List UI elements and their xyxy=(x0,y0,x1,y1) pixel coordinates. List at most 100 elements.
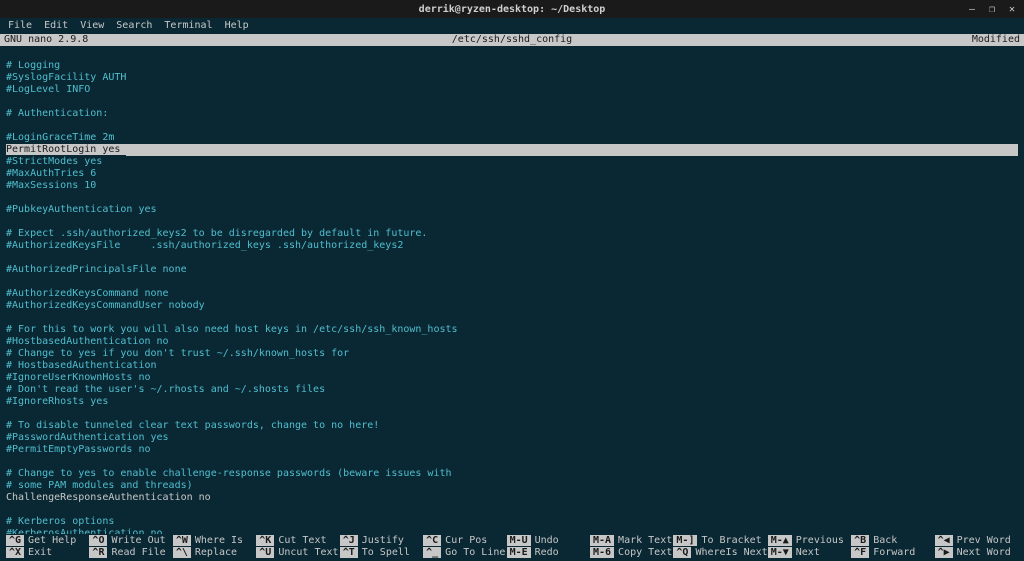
window-maximize-icon[interactable]: ❐ xyxy=(986,3,998,15)
editor-line: # HostbasedAuthentication xyxy=(6,360,1018,372)
shortcut-key: ^R xyxy=(89,547,107,558)
editor-line: #IgnoreUserKnownHosts no xyxy=(6,372,1018,384)
shortcut-key: ^_ xyxy=(423,547,441,558)
shortcut-key: ^G xyxy=(6,535,24,546)
shortcut-label: Next xyxy=(796,547,820,558)
window-close-icon[interactable]: ✕ xyxy=(1006,3,1018,15)
editor-line: #AuthorizedKeysCommandUser nobody xyxy=(6,300,1018,312)
shortcut-item: ^_Go To Line xyxy=(423,546,506,558)
shortcut-key: M-▲ xyxy=(768,535,792,546)
shortcut-label: Cur Pos xyxy=(445,535,487,546)
editor-line: #LoginGraceTime 2m xyxy=(6,132,1018,144)
shortcut-item: M-6Copy Text xyxy=(590,546,673,558)
nano-shortcut-bar: ^G Get Help ^O Write Out ^W Where Is ^KCut Tex… xyxy=(0,534,1024,561)
shortcut-label: To Bracket xyxy=(701,535,761,546)
shortcut-key: ^▶ xyxy=(935,547,953,558)
shortcut-key: ^W xyxy=(173,535,191,546)
shortcut-item: ^▶ Next Word xyxy=(935,546,1018,558)
shortcut-item: ^KCut Text xyxy=(256,534,339,546)
shortcut-label: Read File xyxy=(111,547,165,558)
editor-line: #MaxAuthTries 6 xyxy=(6,168,1018,180)
shortcut-item: ^X Exit xyxy=(6,546,89,558)
editor-line xyxy=(6,408,1018,420)
shortcut-key: ^B xyxy=(851,535,869,546)
shortcut-item: ^R Read File xyxy=(89,546,172,558)
shortcut-key: ^O xyxy=(89,535,107,546)
editor-line: #AuthorizedKeysCommand none xyxy=(6,288,1018,300)
shortcut-item: M-]To Bracket xyxy=(673,534,767,546)
shortcut-key: ^K xyxy=(256,535,274,546)
editor-line: #PubkeyAuthentication yes xyxy=(6,204,1018,216)
shortcut-key: ^F xyxy=(851,547,869,558)
editor-viewport[interactable]: # Logging#SyslogFacility AUTH#LogLevel I… xyxy=(0,46,1024,534)
shortcut-label: Write Out xyxy=(111,535,165,546)
shortcut-item: ^B Back xyxy=(851,534,934,546)
window-title: derrik@ryzen-desktop: ~/Desktop xyxy=(66,4,958,15)
editor-line: # Kerberos options xyxy=(6,516,1018,528)
shortcut-label: Justify xyxy=(362,535,404,546)
menu-terminal[interactable]: Terminal xyxy=(164,20,212,31)
shortcut-item: ^J Justify xyxy=(340,534,423,546)
editor-line: PermitRootLogin yes xyxy=(6,144,1018,156)
shortcut-item: ^Q WhereIs Next xyxy=(673,546,767,558)
editor-line: #StrictModes yes xyxy=(6,156,1018,168)
nano-modified-label: Modified xyxy=(774,34,1024,46)
shortcut-label: Next Word xyxy=(957,547,1011,558)
shortcut-item: ^T To Spell xyxy=(340,546,423,558)
shortcut-item: M-▼ Next xyxy=(768,546,851,558)
editor-line: # For this to work you will also need ho… xyxy=(6,324,1018,336)
nano-status-bar: GNU nano 2.9.8 /etc/ssh/sshd_config Modi… xyxy=(0,34,1024,46)
shortcut-label: To Spell xyxy=(362,547,410,558)
editor-line xyxy=(6,48,1018,60)
shortcut-key: ^T xyxy=(340,547,358,558)
nano-filename-label: /etc/ssh/sshd_config xyxy=(250,34,774,46)
editor-line: # Don't read the user's ~/.rhosts and ~/… xyxy=(6,384,1018,396)
editor-line: # Authentication: xyxy=(6,108,1018,120)
shortcut-key: M-▼ xyxy=(768,547,792,558)
shortcut-label: Back xyxy=(873,535,897,546)
shortcut-label: WhereIs Next xyxy=(695,547,767,558)
shortcut-label: Exit xyxy=(28,547,52,558)
shortcut-label: Get Help xyxy=(28,535,76,546)
shortcut-item: ^G Get Help xyxy=(6,534,89,546)
editor-line: #SyslogFacility AUTH xyxy=(6,72,1018,84)
editor-line: # Expect .ssh/authorized_keys2 to be dis… xyxy=(6,228,1018,240)
shortcut-key: ^C xyxy=(423,535,441,546)
editor-line xyxy=(6,312,1018,324)
shortcut-key: M-A xyxy=(590,535,614,546)
editor-line: # Change to yes if you don't trust ~/.ss… xyxy=(6,348,1018,360)
editor-line: # some PAM modules and threads) xyxy=(6,480,1018,492)
editor-line xyxy=(6,96,1018,108)
editor-line: #AuthorizedPrincipalsFile none xyxy=(6,264,1018,276)
editor-line xyxy=(6,192,1018,204)
editor-line: #PermitEmptyPasswords no xyxy=(6,444,1018,456)
shortcut-key: ^Q xyxy=(673,547,691,558)
shortcut-item: M-▲ Previous xyxy=(768,534,851,546)
menu-file[interactable]: File xyxy=(8,20,32,31)
editor-line xyxy=(6,216,1018,228)
editor-line xyxy=(6,252,1018,264)
shortcut-item: ^O Write Out xyxy=(89,534,172,546)
shortcut-key: ^J xyxy=(340,535,358,546)
shortcut-label: Previous xyxy=(796,535,844,546)
shortcut-key: ^\ xyxy=(173,547,191,558)
window-minimize-icon[interactable]: — xyxy=(966,3,978,15)
editor-line: #HostbasedAuthentication no xyxy=(6,336,1018,348)
shortcut-label: Prev Word xyxy=(957,535,1011,546)
menu-search[interactable]: Search xyxy=(116,20,152,31)
menu-edit[interactable]: Edit xyxy=(44,20,68,31)
shortcut-label: Mark Text xyxy=(618,535,672,546)
menu-help[interactable]: Help xyxy=(225,20,249,31)
editor-line: #PasswordAuthentication yes xyxy=(6,432,1018,444)
shortcut-item: M-A Mark Text xyxy=(590,534,673,546)
shortcut-key: ^◀ xyxy=(935,535,953,546)
window-titlebar: derrik@ryzen-desktop: ~/Desktop — ❐ ✕ xyxy=(0,0,1024,18)
menu-view[interactable]: View xyxy=(80,20,104,31)
shortcut-item: ^UUncut Text xyxy=(256,546,339,558)
editor-line: ChallengeResponseAuthentication no xyxy=(6,492,1018,504)
shortcut-label: Where Is xyxy=(195,535,243,546)
editor-line xyxy=(6,276,1018,288)
shortcut-key: ^X xyxy=(6,547,24,558)
shortcut-item: ^\ Replace xyxy=(173,546,256,558)
shortcut-label: Replace xyxy=(195,547,237,558)
